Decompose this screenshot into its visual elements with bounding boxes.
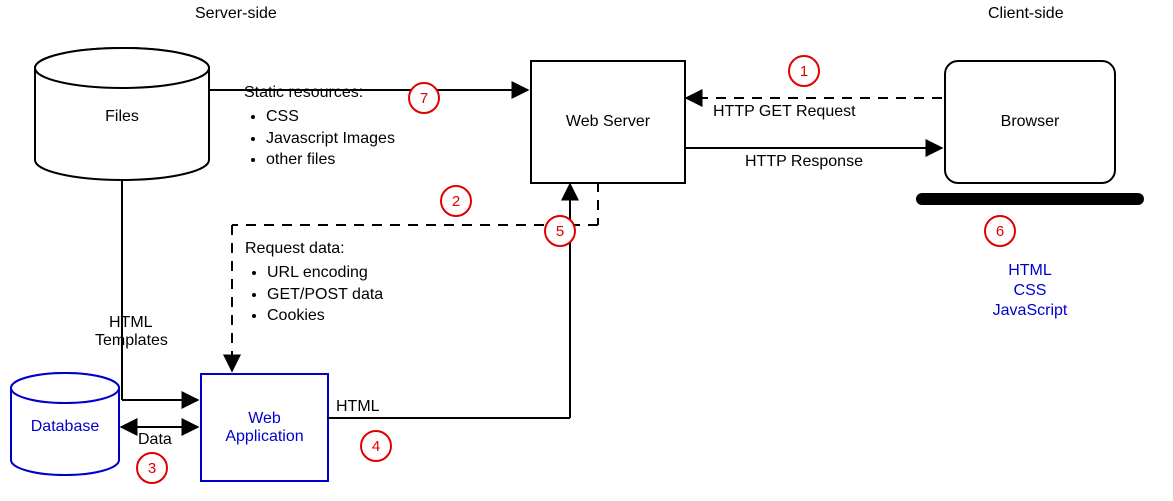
http-get-label: HTTP GET Request	[713, 103, 856, 121]
step-marker-4: 4	[360, 430, 392, 462]
web-application-box: Web Application	[200, 373, 329, 482]
request-item-2: Cookies	[267, 305, 383, 327]
step-marker-2: 2	[440, 185, 472, 217]
step-marker-6: 6	[984, 215, 1016, 247]
html-templates-label-2: Templates	[95, 332, 168, 350]
files-label: Files	[105, 108, 139, 126]
request-item-1: GET/POST data	[267, 284, 383, 306]
web-app-label-1: Web	[248, 410, 281, 428]
request-data-list: Request data: URL encoding GET/POST data…	[245, 240, 383, 327]
http-response-label: HTTP Response	[745, 153, 863, 171]
web-app-label-2: Application	[225, 428, 303, 446]
request-item-0: URL encoding	[267, 262, 383, 284]
step-marker-1: 1	[788, 55, 820, 87]
web-server-box: Web Server	[530, 60, 686, 184]
client-tech-1: HTML	[1008, 262, 1052, 280]
static-resources-title: Static resources:	[244, 84, 363, 101]
static-item-2: other files	[266, 149, 395, 171]
step-marker-7: 7	[408, 82, 440, 114]
server-side-header: Server-side	[195, 5, 277, 23]
html-edge-label: HTML	[336, 398, 380, 416]
request-data-title: Request data:	[245, 240, 345, 257]
client-tech-3: JavaScript	[993, 302, 1068, 320]
diagram-canvas: Server-side Client-side Files Web Server…	[0, 0, 1173, 501]
data-edge-label: Data	[138, 431, 172, 449]
static-item-1: Javascript Images	[266, 128, 395, 150]
static-resources-list: Static resources: CSS Javascript Images …	[244, 84, 395, 171]
client-side-header: Client-side	[988, 5, 1064, 23]
html-templates-label-1: HTML	[109, 314, 153, 332]
database-label: Database	[31, 418, 100, 436]
client-tech-2: CSS	[1014, 282, 1047, 300]
browser-box: Browser	[944, 60, 1116, 184]
static-item-0: CSS	[266, 106, 395, 128]
step-marker-5: 5	[544, 215, 576, 247]
step-marker-3: 3	[136, 452, 168, 484]
